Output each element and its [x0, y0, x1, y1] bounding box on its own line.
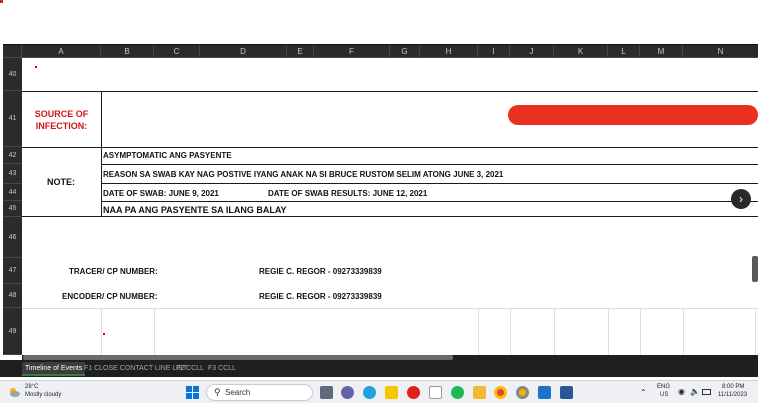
row-header-40[interactable]: 40	[3, 58, 22, 91]
worksheet-grid[interactable]: SOURCE OF INFECTION: NOTE: ASYMPTOMATIC …	[22, 58, 758, 355]
column-header-k[interactable]: K	[554, 45, 608, 58]
note-line-4: NAA PA ANG PASYENTE SA ILANG BALAY	[103, 205, 287, 215]
tab-f2-ccll[interactable]: F2 CCLL	[173, 362, 207, 376]
weather-icon[interactable]	[7, 385, 21, 399]
document-icon[interactable]	[429, 386, 442, 399]
clock-time[interactable]: 8:00 PM	[722, 384, 744, 390]
row-header-49[interactable]: 49	[3, 308, 22, 355]
row-header-43[interactable]: 43	[3, 164, 22, 184]
taskbar-search[interactable]: ⚲ Search	[206, 384, 313, 401]
clock-date[interactable]: 11/11/2023	[718, 392, 747, 398]
grid-line	[510, 308, 511, 355]
cell-marker	[103, 333, 105, 335]
column-header-bar: A B C D E F G H I J K L M N	[3, 44, 758, 58]
row-header-48[interactable]: 48	[3, 284, 22, 308]
date-of-swab: DATE OF SWAB: JUNE 9, 2021	[103, 189, 219, 198]
grid-line	[554, 308, 555, 355]
column-header-b[interactable]: B	[101, 45, 154, 58]
column-header-d[interactable]: D	[200, 45, 287, 58]
start-icon[interactable]	[186, 386, 199, 399]
column-header-n[interactable]: N	[683, 45, 758, 58]
column-header-j[interactable]: J	[510, 45, 554, 58]
top-blank-area	[0, 0, 758, 44]
word-icon[interactable]	[560, 386, 573, 399]
file-explorer-icon[interactable]	[320, 386, 333, 399]
row-header-44[interactable]: 44	[3, 184, 22, 201]
redaction-mark	[508, 105, 758, 125]
app-window: A B C D E F G H I J K L M N 40 41 42 43 …	[0, 0, 758, 403]
sheet-tab-bar: Timeline of Events F1 CLOSE CONTACT LINE…	[0, 360, 758, 377]
meet-icon[interactable]	[341, 386, 354, 399]
grid-line	[22, 308, 758, 309]
chevron-up-icon[interactable]: ⌃	[640, 388, 647, 397]
column-header-f[interactable]: F	[314, 45, 390, 58]
chevron-right-icon[interactable]: ›	[731, 189, 751, 209]
tab-timeline-of-events[interactable]: Timeline of Events	[22, 362, 86, 376]
grid-line	[478, 308, 479, 355]
note-line-2: REASON SA SWAB KAY NAG POSTIVE IYANG ANA…	[103, 170, 504, 179]
tracer-value: REGIE C. REGOR - 09273339839	[259, 267, 382, 276]
windows-taskbar: 28°C Mostly cloudy ⚲ Search ⌃ ENG US ◉ 🔈…	[0, 380, 758, 403]
grid-line	[683, 308, 684, 355]
column-header-h[interactable]: H	[420, 45, 478, 58]
cell-marker	[35, 66, 37, 68]
grid-line	[608, 308, 609, 355]
row-header-46[interactable]: 46	[3, 217, 22, 258]
note-line-1: ASYMPTOMATIC ANG PASYENTE	[103, 151, 232, 160]
search-icon: ⚲	[214, 387, 221, 397]
tab-f3-ccll[interactable]: F3 CCLL	[205, 362, 239, 376]
grid-line	[101, 308, 102, 355]
battery-icon[interactable]	[702, 389, 711, 395]
column-header-g[interactable]: G	[390, 45, 420, 58]
region-indicator[interactable]: US	[660, 392, 668, 398]
language-indicator[interactable]: ENG	[657, 384, 670, 390]
encoder-value: REGIE C. REGOR - 09273339839	[259, 292, 382, 301]
row-header-41[interactable]: 41	[3, 91, 22, 147]
border-line	[101, 201, 758, 202]
column-header-i[interactable]: I	[478, 45, 510, 58]
border-line	[101, 164, 758, 165]
border-line	[22, 147, 758, 148]
column-header-a[interactable]: A	[22, 45, 101, 58]
edge-icon[interactable]	[363, 386, 376, 399]
date-of-swab-results: DATE OF SWAB RESULTS: JUNE 12, 2021	[268, 189, 428, 198]
encoder-label: ENCODER/ CP NUMBER:	[62, 292, 158, 301]
row-header-47[interactable]: 47	[3, 258, 22, 284]
sticky-notes-icon[interactable]	[385, 386, 398, 399]
vertical-scrollbar-thumb[interactable]	[752, 256, 758, 282]
column-header-c[interactable]: C	[154, 45, 200, 58]
border-line	[101, 183, 758, 184]
grid-line	[640, 308, 641, 355]
weather-description[interactable]: Mostly cloudy	[25, 392, 61, 398]
source-of-infection-label: SOURCE OF INFECTION:	[34, 109, 89, 131]
column-header-m[interactable]: M	[640, 45, 683, 58]
column-header-l[interactable]: L	[608, 45, 640, 58]
row-header-45[interactable]: 45	[3, 201, 22, 217]
border-line	[101, 91, 102, 217]
tracer-label: TRACER/ CP NUMBER:	[69, 267, 158, 276]
spotify-icon[interactable]	[451, 386, 464, 399]
weather-temperature[interactable]: 28°C	[25, 384, 38, 390]
row-header-42[interactable]: 42	[3, 147, 22, 164]
opera-icon[interactable]	[407, 386, 420, 399]
note-label: NOTE:	[47, 177, 75, 187]
border-line	[22, 91, 758, 92]
search-label: Search	[225, 388, 251, 397]
column-header-e[interactable]: E	[287, 45, 314, 58]
chrome-canary-icon[interactable]	[516, 386, 529, 399]
grid-line	[755, 308, 756, 355]
grid-line	[154, 308, 155, 355]
border-line	[22, 216, 758, 217]
wifi-icon[interactable]: ◉	[678, 387, 685, 396]
volume-icon[interactable]: 🔈	[690, 387, 700, 396]
corner-mark	[0, 0, 3, 3]
folder-icon[interactable]	[473, 386, 486, 399]
select-all-corner[interactable]	[3, 45, 22, 58]
edit-icon[interactable]	[538, 386, 551, 399]
chrome-icon[interactable]	[494, 386, 507, 399]
